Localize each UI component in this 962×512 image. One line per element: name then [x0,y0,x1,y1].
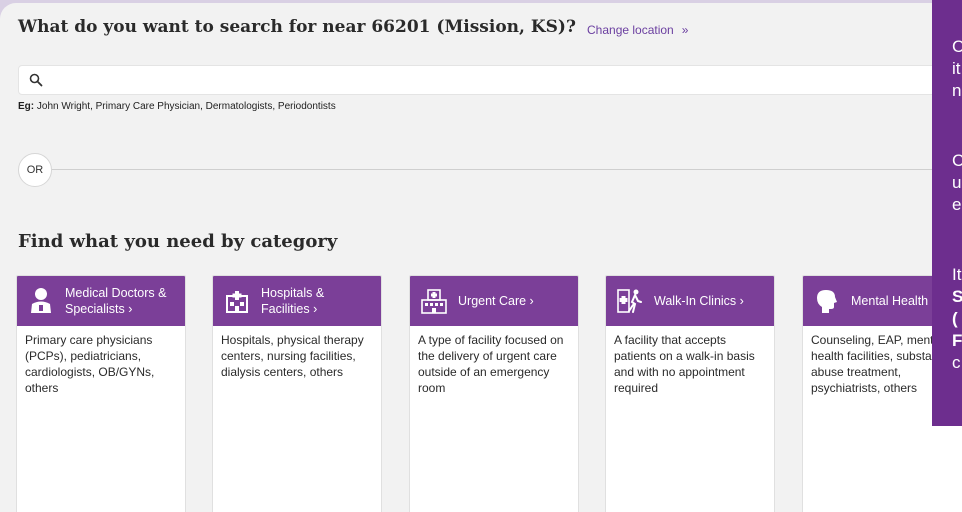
search-panel: What do you want to search for near 6620… [0,3,962,512]
search-box[interactable] [18,65,948,95]
walk-in-clinic-icon [617,289,642,313]
side-panel-text: ( [952,309,958,328]
urgent-care-building-icon [421,289,447,314]
category-card-header[interactable]: Walk-In Clinics › [606,276,774,326]
hospital-icon [226,291,248,313]
info-side-panel: C it n C u e It S ( F c [932,0,962,426]
example-label: Eg: [18,101,35,112]
doctor-icon [31,288,51,313]
side-panel-text: S [952,287,962,306]
or-divider-line [50,169,962,170]
search-icon [29,73,43,87]
category-card-title[interactable]: Medical Doctors & Specialists › [65,285,175,317]
category-card-urgent-care[interactable]: Urgent Care › A type of facility focused… [409,275,579,512]
side-panel-text: It [952,265,962,284]
category-card-title[interactable]: Hospitals & Facilities › [261,285,371,317]
change-location-label[interactable]: Change location [587,23,674,37]
category-card-medical-doctors[interactable]: Medical Doctors & Specialists › Primary … [16,275,186,512]
search-example-hint: Eg: John Wright, Primary Care Physician,… [18,101,336,112]
category-card-hospitals[interactable]: Hospitals & Facilities › Hospitals, phys… [212,275,382,512]
category-card-description: Hospitals, physical therapy centers, nur… [221,333,364,379]
category-card-header[interactable]: Hospitals & Facilities › [213,276,381,326]
example-text: John Wright, Primary Care Physician, Der… [36,101,336,112]
category-section-title: Find what you need by category [18,231,338,252]
page-title: What do you want to search for near 6620… [18,17,576,37]
side-panel-text: it [952,59,961,78]
mental-health-head-icon [817,290,837,313]
side-panel-text: e [952,195,962,214]
double-chevron-right-icon: » [681,23,689,37]
search-input[interactable] [51,70,931,92]
side-panel-text: u [952,173,962,192]
category-card-header[interactable]: Medical Doctors & Specialists › [17,276,185,326]
category-card-header[interactable]: Urgent Care › [410,276,578,326]
category-card-description: A facility that accepts patients on a wa… [614,333,755,395]
side-panel-text: c [952,353,961,372]
change-location-link[interactable]: Change location » [587,23,688,37]
category-card-description: A type of facility focused on the delive… [418,333,564,395]
category-card-title[interactable]: Walk-In Clinics › [654,293,744,309]
side-panel-text: n [952,81,962,100]
category-card-description: Primary care physicians (PCPs), pediatri… [25,333,155,395]
category-card-walk-in-clinics[interactable]: Walk-In Clinics › A facility that accept… [605,275,775,512]
category-card-title[interactable]: Urgent Care › [458,293,534,309]
category-card-title[interactable]: Mental Health [851,293,928,309]
side-panel-text: C [952,37,962,56]
or-divider: OR [18,153,52,187]
side-panel-text: C [952,151,962,170]
side-panel-text: F [952,331,962,350]
